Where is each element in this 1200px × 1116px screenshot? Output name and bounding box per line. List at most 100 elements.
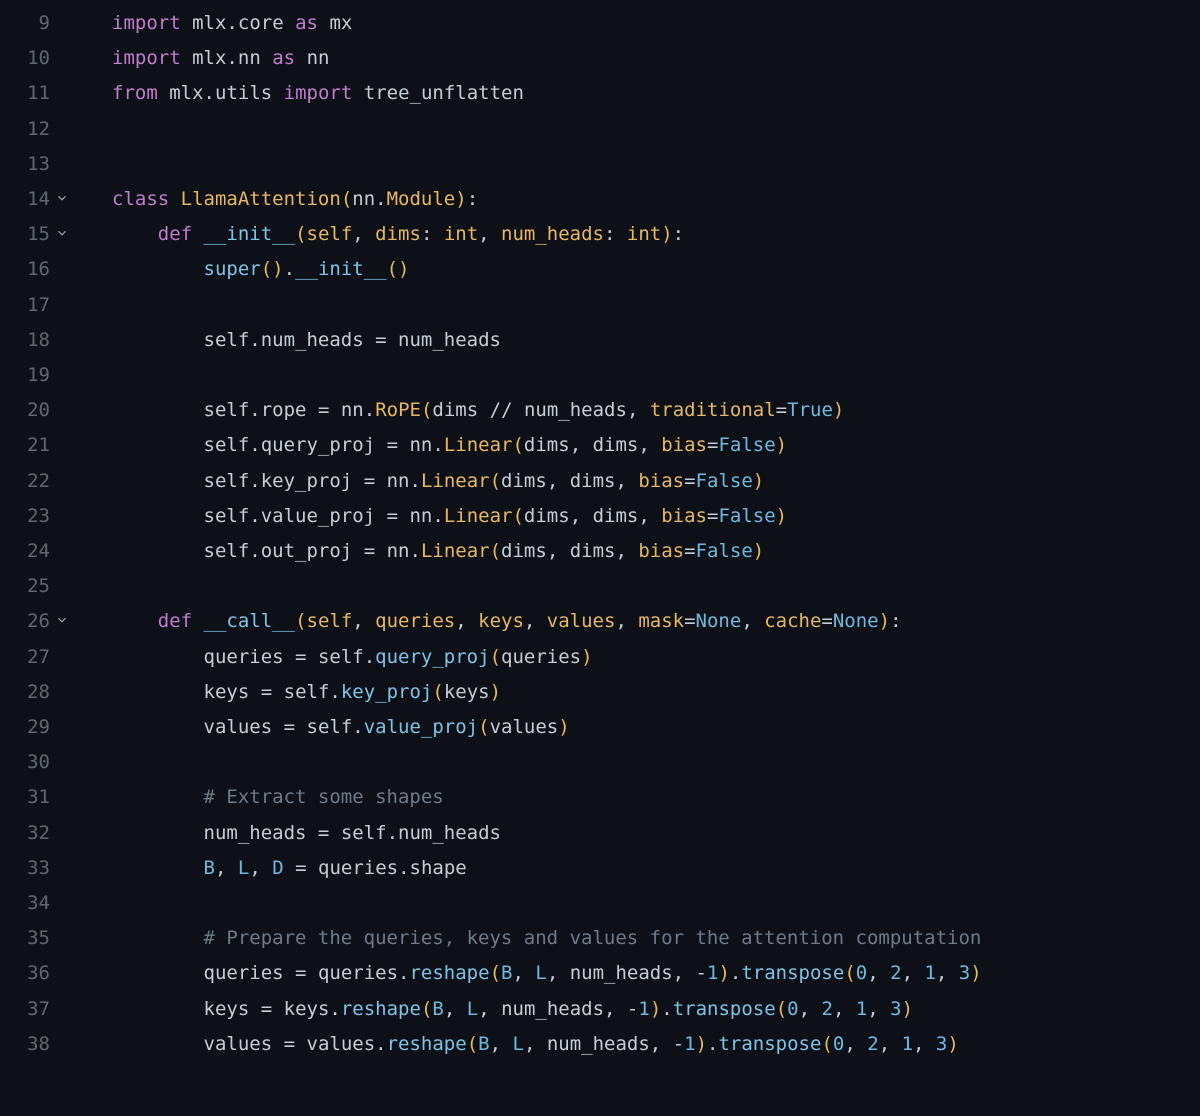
token-p [375, 540, 386, 562]
code-content[interactable]: keys = self.key_proj(keys) [74, 675, 501, 710]
token-none: None [696, 610, 742, 632]
token-p: . [226, 47, 237, 69]
token-id: self [204, 470, 250, 492]
code-content[interactable]: self.rope = nn.RoPE(dims // num_heads, t… [74, 393, 844, 428]
code-line[interactable]: 13 [0, 147, 1200, 182]
token-prY: ) [490, 681, 501, 703]
token-id: dims [570, 540, 616, 562]
code-content[interactable]: from mlx.utils import tree_unflatten [74, 76, 524, 111]
code-content[interactable]: super().__init__() [74, 252, 410, 287]
token-op: = [261, 681, 272, 703]
code-line[interactable]: 36 queries = queries.reshape(B, L, num_h… [0, 956, 1200, 991]
code-content[interactable]: def __init__(self, dims: int, num_heads:… [74, 217, 684, 252]
token-p: , [352, 223, 375, 245]
code-content[interactable]: values = self.value_proj(values) [74, 710, 570, 745]
line-number: 37 [0, 992, 50, 1027]
code-content[interactable]: B, L, D = queries.shape [74, 851, 467, 886]
code-line[interactable]: 26 def __call__(self, queries, keys, val… [0, 604, 1200, 639]
code-content[interactable]: keys = keys.reshape(B, L, num_heads, -1)… [74, 992, 913, 1027]
code-line[interactable]: 37 keys = keys.reshape(B, L, num_heads, … [0, 992, 1200, 1027]
code-line[interactable]: 29 values = self.value_proj(values) [0, 710, 1200, 745]
code-content[interactable]: import mlx.core as mx [74, 6, 352, 41]
token-p [261, 47, 272, 69]
token-prY: ( [478, 716, 489, 738]
line-number: 30 [0, 745, 50, 780]
token-p: . [707, 1033, 718, 1055]
line-number: 21 [0, 428, 50, 463]
line-number: 24 [0, 534, 50, 569]
code-content[interactable]: # Extract some shapes [74, 780, 444, 815]
token-p: , [604, 998, 627, 1020]
token-p [192, 610, 203, 632]
code-line[interactable]: 15 def __init__(self, dims: int, num_hea… [0, 217, 1200, 252]
token-cls: Linear [421, 540, 490, 562]
token-id: num_heads [398, 329, 501, 351]
fold-gutter[interactable] [50, 217, 74, 252]
code-line[interactable]: 25 [0, 569, 1200, 604]
fold-gutter[interactable] [50, 604, 74, 639]
code-content[interactable]: queries = queries.reshape(B, L, num_head… [74, 956, 982, 991]
code-content[interactable]: num_heads = self.num_heads [74, 816, 501, 851]
token-p: . [375, 1033, 386, 1055]
code-line[interactable]: 23 self.value_proj = nn.Linear(dims, dim… [0, 499, 1200, 534]
code-line[interactable]: 32 num_heads = self.num_heads [0, 816, 1200, 851]
code-line[interactable]: 21 self.query_proj = nn.Linear(dims, dim… [0, 428, 1200, 463]
code-line[interactable]: 9import mlx.core as mx [0, 6, 1200, 41]
code-content[interactable]: queries = self.query_proj(queries) [74, 640, 593, 675]
token-id: dims [501, 540, 547, 562]
token-prY: ( [490, 962, 501, 984]
token-bool: False [718, 434, 775, 456]
code-content[interactable]: # Prepare the queries, keys and values f… [74, 921, 981, 956]
code-content[interactable]: values = values.reshape(B, L, num_heads,… [74, 1027, 959, 1062]
token-fn: super [204, 258, 261, 280]
token-p: , [902, 962, 925, 984]
code-line[interactable]: 22 self.key_proj = nn.Linear(dims, dims,… [0, 464, 1200, 499]
token-param: bias [638, 540, 684, 562]
code-content[interactable]: self.key_proj = nn.Linear(dims, dims, bi… [74, 464, 764, 499]
code-line[interactable]: 16 super().__init__() [0, 252, 1200, 287]
code-line[interactable]: 20 self.rope = nn.RoPE(dims // num_heads… [0, 393, 1200, 428]
token-p [398, 505, 409, 527]
code-line[interactable]: 30 [0, 745, 1200, 780]
chevron-down-icon[interactable] [55, 604, 69, 639]
code-content[interactable]: self.query_proj = nn.Linear(dims, dims, … [74, 428, 787, 463]
code-line[interactable]: 31 # Extract some shapes [0, 780, 1200, 815]
token-p: : [467, 188, 478, 210]
code-content[interactable]: import mlx.nn as nn [74, 41, 329, 76]
code-line[interactable]: 12 [0, 112, 1200, 147]
code-line[interactable]: 24 self.out_proj = nn.Linear(dims, dims,… [0, 534, 1200, 569]
code-line[interactable]: 34 [0, 886, 1200, 921]
token-op: = [318, 399, 329, 421]
token-p [192, 223, 203, 245]
code-content[interactable]: class LlamaAttention(nn.Module): [74, 182, 478, 217]
code-line[interactable]: 11from mlx.utils import tree_unflatten [0, 76, 1200, 111]
token-param: queries [375, 610, 455, 632]
code-line[interactable]: 33 B, L, D = queries.shape [0, 851, 1200, 886]
token-param: self [307, 610, 353, 632]
code-line[interactable]: 27 queries = self.query_proj(queries) [0, 640, 1200, 675]
token-bcap: B [501, 962, 512, 984]
token-p: : [421, 223, 444, 245]
chevron-down-icon[interactable] [55, 217, 69, 252]
code-line[interactable]: 17 [0, 288, 1200, 323]
token-p: . [432, 434, 443, 456]
code-line[interactable]: 14class LlamaAttention(nn.Module): [0, 182, 1200, 217]
code-line[interactable]: 18 self.num_heads = num_heads [0, 323, 1200, 358]
token-id: nn [341, 399, 364, 421]
code-content[interactable]: self.value_proj = nn.Linear(dims, dims, … [74, 499, 787, 534]
code-editor[interactable]: 9import mlx.core as mx10import mlx.nn as… [0, 6, 1200, 1062]
code-line[interactable]: 35 # Prepare the queries, keys and value… [0, 921, 1200, 956]
code-line[interactable]: 19 [0, 358, 1200, 393]
token-p: . [329, 998, 340, 1020]
fold-gutter[interactable] [50, 182, 74, 217]
token-p [112, 399, 204, 421]
token-prY: ( [295, 610, 306, 632]
code-content[interactable]: def __call__(self, queries, keys, values… [74, 604, 902, 639]
chevron-down-icon[interactable] [55, 182, 69, 217]
code-line[interactable]: 10import mlx.nn as nn [0, 41, 1200, 76]
code-content[interactable]: self.num_heads = num_heads [74, 323, 501, 358]
code-line[interactable]: 38 values = values.reshape(B, L, num_hea… [0, 1027, 1200, 1062]
code-line[interactable]: 28 keys = self.key_proj(keys) [0, 675, 1200, 710]
token-cls: Linear [444, 505, 513, 527]
code-content[interactable]: self.out_proj = nn.Linear(dims, dims, bi… [74, 534, 764, 569]
